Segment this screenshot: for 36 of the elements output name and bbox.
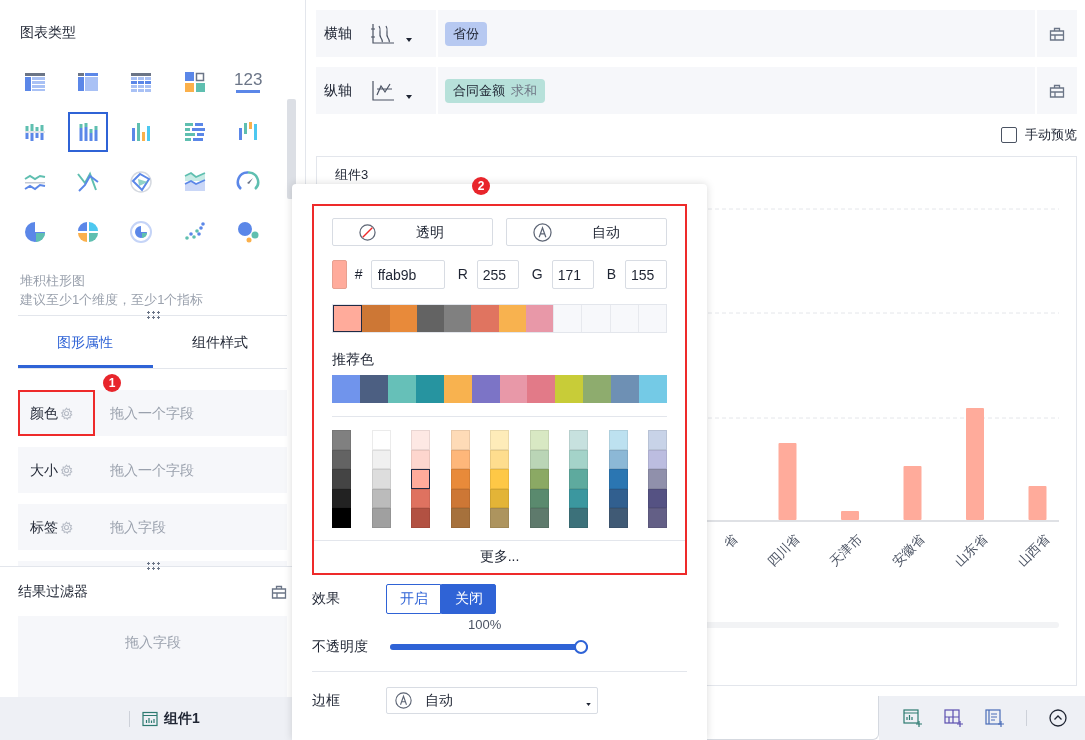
channel-label: G xyxy=(531,265,543,284)
axis-category-label: 天津市 xyxy=(826,531,865,570)
drop-hint: 拖入字段 xyxy=(110,517,166,537)
option-label: 边框 xyxy=(312,691,341,711)
field-label: 大小 xyxy=(30,460,58,480)
drop-hint: 拖入一个字段 xyxy=(110,460,194,480)
option-label: 不透明度 xyxy=(312,637,369,657)
opacity-reading: 100% xyxy=(468,615,503,634)
axis-category-label: 省 xyxy=(720,531,740,552)
channel-label: R xyxy=(457,265,468,284)
axis-category-label: 四川省 xyxy=(764,531,803,570)
number-label: 123 xyxy=(234,71,263,89)
axis-category-label: 安徽省 xyxy=(889,531,928,570)
pill-label: 省份 xyxy=(453,24,479,43)
channel-label: B xyxy=(606,265,616,284)
field-label: 颜色 xyxy=(30,403,58,423)
chart-type-hint: 建议至少1个维度，至少1个指标 xyxy=(19,291,205,309)
step-badge: 1 xyxy=(103,374,121,392)
panel-title: 图表类型 xyxy=(19,23,77,42)
axis-category-label: 山东省 xyxy=(951,531,990,570)
section-title: 结果过滤器 xyxy=(18,582,88,601)
axis-label: 横轴 xyxy=(324,24,352,43)
hex-label: # xyxy=(354,265,363,284)
option-label: 效果 xyxy=(312,589,341,609)
drop-hint: 拖入字段 xyxy=(124,633,181,652)
pill-label: 合同金额 xyxy=(453,81,505,100)
drop-hint: 拖入一个字段 xyxy=(110,403,194,423)
axis-category-label: 山西省 xyxy=(1014,531,1053,570)
step-badge: 2 xyxy=(472,177,490,195)
chart-type-name: 堆积柱形图 xyxy=(19,272,86,290)
aggregation-label: 求和 xyxy=(511,81,537,100)
checkbox-label: 手动预览 xyxy=(1025,126,1077,145)
section-label: 推荐色 xyxy=(332,350,375,369)
chart-title: 组件3 xyxy=(335,168,370,182)
axis-label: 纵轴 xyxy=(324,81,352,100)
field-label: 标签 xyxy=(30,517,58,537)
